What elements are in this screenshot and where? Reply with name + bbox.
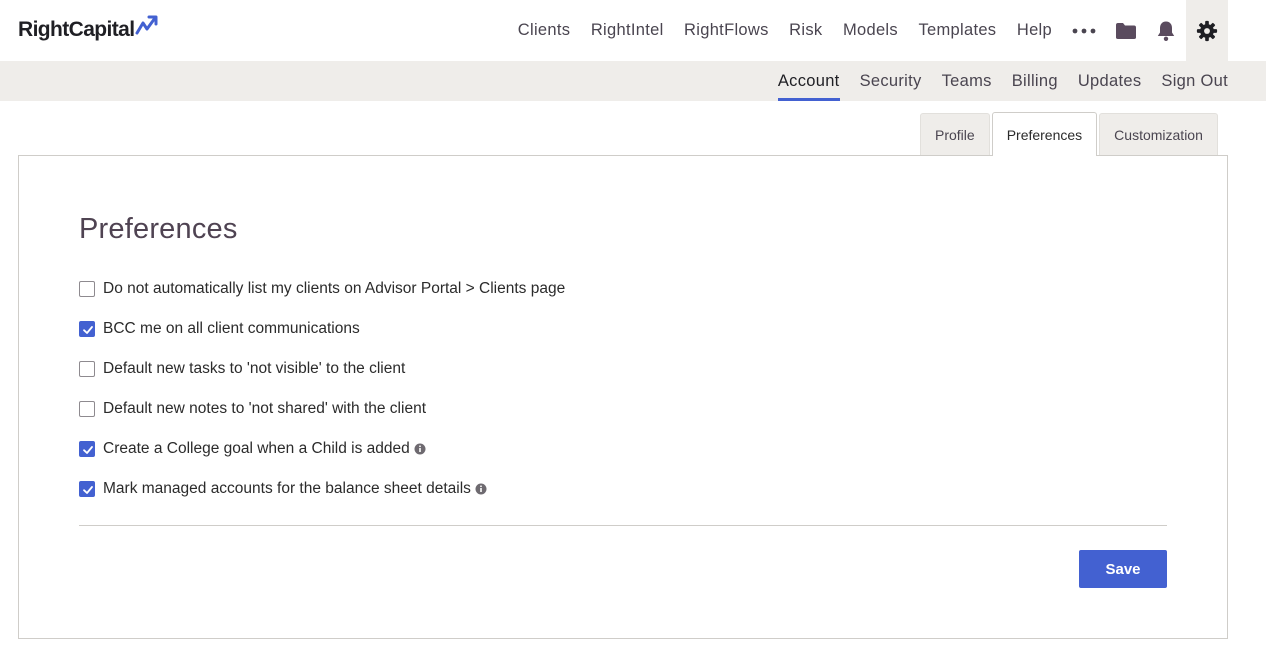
top-bar: RightCapital Clients RightIntel RightFlo… bbox=[0, 0, 1266, 61]
more-dots-icon[interactable] bbox=[1069, 0, 1099, 61]
tab-preferences[interactable]: Preferences bbox=[991, 112, 1098, 156]
option-no-auto-list-clients[interactable]: Do not automatically list my clients on … bbox=[79, 269, 565, 309]
checkmark-icon bbox=[83, 486, 93, 494]
tab-customization[interactable]: Customization bbox=[1099, 113, 1218, 156]
preferences-panel: Preferences Do not automatically list my… bbox=[18, 155, 1228, 639]
option-managed-accounts[interactable]: Mark managed accounts for the balance sh… bbox=[79, 469, 565, 509]
checkbox-managed-accounts[interactable] bbox=[79, 481, 95, 497]
option-label: Default new notes to 'not shared' with t… bbox=[103, 400, 426, 417]
account-subnav: Account Security Teams Billing Updates S… bbox=[777, 61, 1228, 101]
logo-text: RightCapital bbox=[18, 18, 135, 41]
option-label: Create a College goal when a Child is ad… bbox=[103, 440, 410, 457]
save-button[interactable]: Save bbox=[1079, 550, 1167, 588]
nav-item-help[interactable]: Help bbox=[1017, 21, 1052, 40]
main-nav: Clients RightIntel RightFlows Risk Model… bbox=[518, 0, 1052, 61]
option-college-goal[interactable]: Create a College goal when a Child is ad… bbox=[79, 429, 565, 469]
option-label: BCC me on all client communications bbox=[103, 320, 360, 337]
option-label: Default new tasks to 'not visible' to th… bbox=[103, 360, 406, 377]
checkmark-icon bbox=[83, 446, 93, 454]
checkbox-bcc-me[interactable] bbox=[79, 321, 95, 337]
subnav-updates[interactable]: Updates bbox=[1078, 61, 1142, 101]
subnav-teams[interactable]: Teams bbox=[942, 61, 992, 101]
logo[interactable]: RightCapital bbox=[18, 14, 159, 44]
nav-item-templates[interactable]: Templates bbox=[918, 21, 996, 40]
gear-icon[interactable] bbox=[1186, 0, 1228, 61]
divider bbox=[79, 525, 1167, 526]
nav-item-rightintel[interactable]: RightIntel bbox=[591, 21, 664, 40]
checkbox-college-goal[interactable] bbox=[79, 441, 95, 457]
page-title: Preferences bbox=[79, 213, 238, 245]
trend-arrow-icon bbox=[135, 14, 159, 41]
nav-item-rightflows[interactable]: RightFlows bbox=[684, 21, 769, 40]
subnav-billing[interactable]: Billing bbox=[1012, 61, 1058, 101]
subnav-security[interactable]: Security bbox=[860, 61, 922, 101]
info-icon[interactable] bbox=[475, 483, 487, 495]
option-label: Do not automatically list my clients on … bbox=[103, 280, 566, 297]
option-tasks-not-visible[interactable]: Default new tasks to 'not visible' to th… bbox=[79, 349, 565, 389]
subnav-account[interactable]: Account bbox=[777, 61, 840, 101]
checkbox-no-auto-list-clients[interactable] bbox=[79, 281, 95, 297]
option-bcc-me[interactable]: BCC me on all client communications bbox=[79, 309, 565, 349]
info-icon[interactable] bbox=[414, 443, 426, 455]
account-subnav-bar: Account Security Teams Billing Updates S… bbox=[0, 61, 1266, 101]
account-tabs: Profile Preferences Customization bbox=[920, 112, 1220, 156]
preferences-options: Do not automatically list my clients on … bbox=[79, 269, 565, 509]
subnav-sign-out[interactable]: Sign Out bbox=[1161, 61, 1228, 101]
option-notes-not-shared[interactable]: Default new notes to 'not shared' with t… bbox=[79, 389, 565, 429]
checkbox-notes-not-shared[interactable] bbox=[79, 401, 95, 417]
bell-icon[interactable] bbox=[1146, 0, 1186, 61]
folder-icon[interactable] bbox=[1106, 0, 1146, 61]
nav-item-models[interactable]: Models bbox=[843, 21, 898, 40]
tab-profile[interactable]: Profile bbox=[920, 113, 990, 156]
nav-item-clients[interactable]: Clients bbox=[518, 21, 571, 40]
top-icons bbox=[1069, 0, 1228, 61]
option-label: Mark managed accounts for the balance sh… bbox=[103, 480, 471, 497]
checkmark-icon bbox=[83, 326, 93, 334]
nav-item-risk[interactable]: Risk bbox=[789, 21, 822, 40]
checkbox-tasks-not-visible[interactable] bbox=[79, 361, 95, 377]
